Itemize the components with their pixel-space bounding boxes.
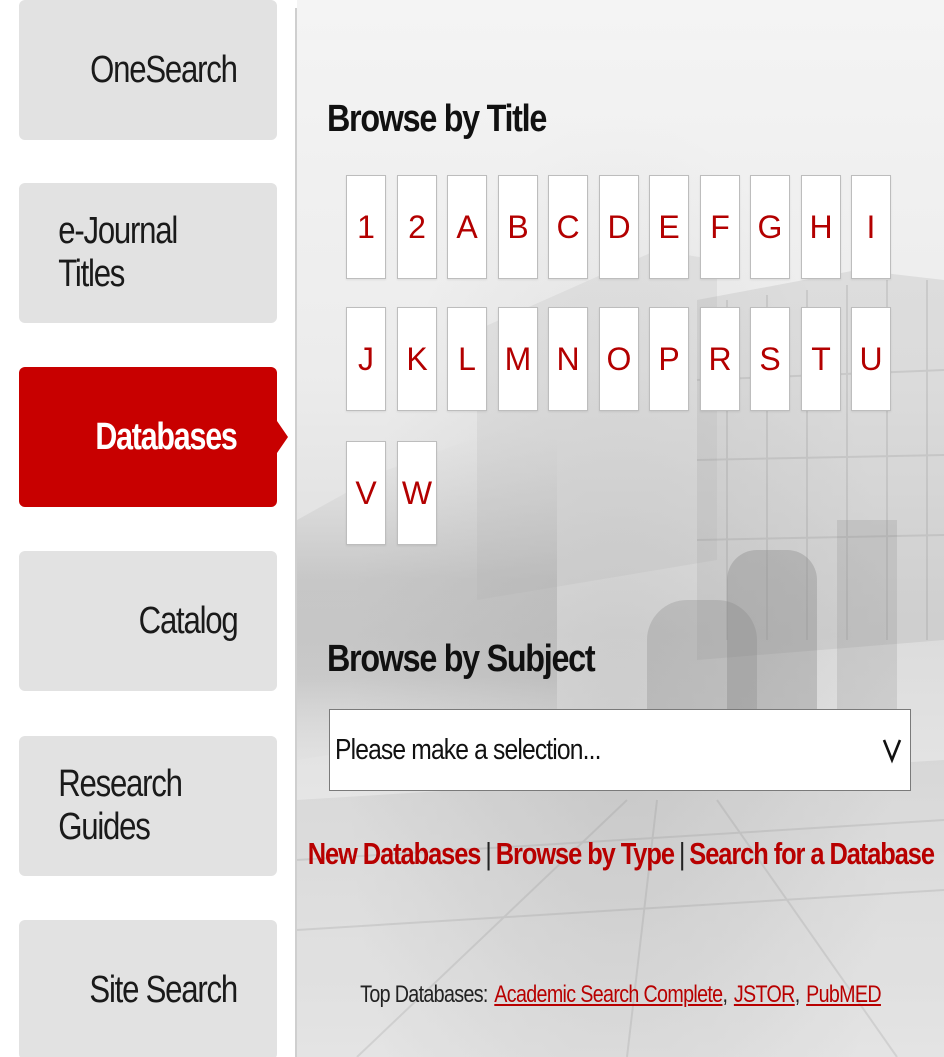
- main-content: Browse by Title 1 2 A B C D E F G H I J …: [297, 0, 944, 1057]
- sidebar-item-site-search[interactable]: Site Search: [19, 920, 277, 1057]
- sidebar-item-label: e-Journal Titles: [58, 210, 178, 295]
- sidebar-item-label: Catalog: [138, 599, 238, 642]
- letter-link-c[interactable]: C: [548, 175, 588, 279]
- letter-link-a[interactable]: A: [447, 175, 487, 279]
- letter-link-s[interactable]: S: [750, 307, 790, 411]
- letter-link-d[interactable]: D: [599, 175, 639, 279]
- sidebar-item-label: Research Guides: [58, 763, 183, 848]
- chevron-down-icon: [882, 739, 902, 764]
- letter-link-l[interactable]: L: [447, 307, 487, 411]
- link-separator: |: [678, 836, 685, 871]
- sidebar-item-label: Site Search: [89, 968, 238, 1011]
- browse-by-subject-heading: Browse by Subject: [327, 638, 596, 680]
- database-links-row: New Databases | Browse by Type | Search …: [297, 826, 944, 882]
- letter-link-2[interactable]: 2: [397, 175, 437, 279]
- letter-link-t[interactable]: T: [801, 307, 841, 411]
- letter-link-r[interactable]: R: [700, 307, 740, 411]
- sidebar-item-onesearch[interactable]: OneSearch: [19, 0, 277, 140]
- pubmed-link[interactable]: PubMED: [806, 981, 881, 1009]
- main-panel: Browse by Title 1 2 A B C D E F G H I J …: [297, 0, 944, 1057]
- subject-select-value: Please make a selection...: [335, 733, 601, 766]
- letter-link-j[interactable]: J: [346, 307, 386, 411]
- letter-link-o[interactable]: O: [599, 307, 639, 411]
- letter-link-f[interactable]: F: [700, 175, 740, 279]
- letter-link-w[interactable]: W: [397, 441, 437, 545]
- comma-separator: ,: [794, 981, 800, 1008]
- comma-separator: ,: [722, 981, 728, 1008]
- database-links-group: New Databases | Browse by Type | Search …: [307, 836, 935, 872]
- sidebar-item-ejournal-titles[interactable]: e-Journal Titles: [19, 183, 277, 323]
- letter-link-p[interactable]: P: [649, 307, 689, 411]
- jstor-link[interactable]: JSTOR: [734, 981, 796, 1009]
- letter-link-v[interactable]: V: [346, 441, 386, 545]
- sidebar-item-research-guides[interactable]: Research Guides: [19, 736, 277, 876]
- letter-link-g[interactable]: G: [750, 175, 790, 279]
- letter-link-b[interactable]: B: [498, 175, 538, 279]
- academic-search-complete-link[interactable]: Academic Search Complete: [494, 981, 723, 1009]
- top-databases-group: Top Databases: Academic Search Complete …: [360, 981, 881, 1009]
- page: OneSearch e-Journal Titles Databases Cat…: [0, 0, 944, 1057]
- link-separator: |: [484, 836, 492, 871]
- search-for-a-database-link[interactable]: Search for a Database: [689, 836, 935, 872]
- letter-link-m[interactable]: M: [498, 307, 538, 411]
- sidebar-item-label: Databases: [95, 415, 238, 458]
- sidebar-nav: OneSearch e-Journal Titles Databases Cat…: [0, 0, 296, 1057]
- browse-by-type-link[interactable]: Browse by Type: [495, 836, 674, 872]
- letter-link-n[interactable]: N: [548, 307, 588, 411]
- sidebar-item-label: OneSearch: [90, 48, 238, 91]
- sidebar-item-catalog[interactable]: Catalog: [19, 551, 277, 691]
- subject-select[interactable]: Please make a selection...: [329, 709, 911, 791]
- browse-by-title-heading: Browse by Title: [327, 98, 547, 140]
- letter-link-e[interactable]: E: [649, 175, 689, 279]
- sidebar-item-databases[interactable]: Databases: [19, 367, 288, 507]
- letter-link-k[interactable]: K: [397, 307, 437, 411]
- top-databases-label: Top Databases:: [360, 981, 488, 1008]
- letter-link-h[interactable]: H: [801, 175, 841, 279]
- top-databases-row: Top Databases: Academic Search Complete …: [297, 975, 944, 1015]
- new-databases-link[interactable]: New Databases: [307, 836, 481, 872]
- letter-link-1[interactable]: 1: [346, 175, 386, 279]
- letter-link-i[interactable]: I: [851, 175, 891, 279]
- letter-link-u[interactable]: U: [851, 307, 891, 411]
